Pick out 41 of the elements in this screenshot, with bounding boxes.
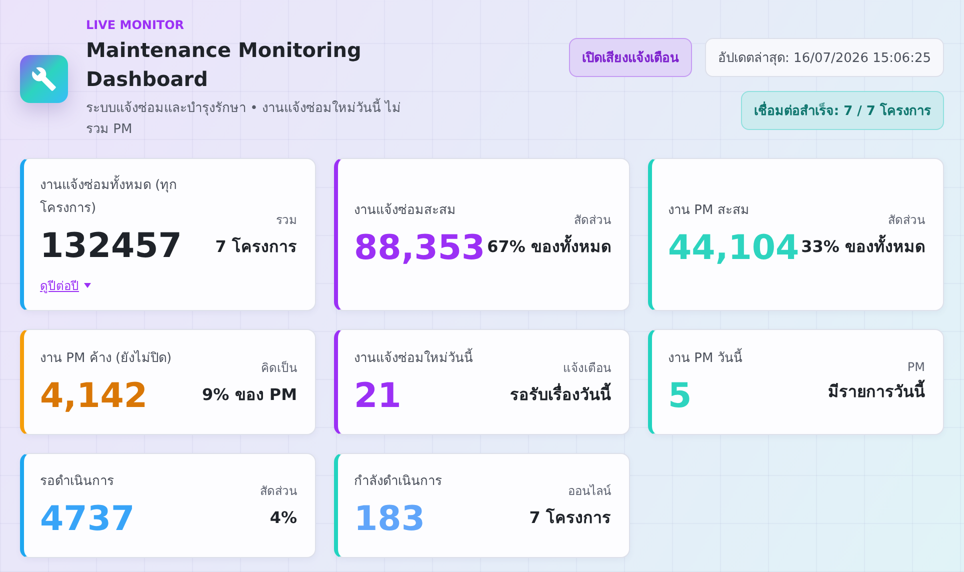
dashboard-title: Maintenance Monitoring Dashboard [86, 37, 362, 93]
card-value: 132457 [40, 225, 183, 268]
year-over-year-link[interactable]: ดูปีต่อปี [40, 276, 91, 295]
side-value: 7 โครงการ [529, 507, 611, 529]
eyebrow-label: LIVE MONITOR [86, 18, 186, 32]
side-label: คิดเป็น [261, 360, 297, 376]
last-updated-badge: อัปเดตล่าสุด: 16/07/2026 15:06:25 [705, 38, 944, 77]
side-value: 7 โครงการ [215, 236, 297, 258]
side-label: สัดส่วน [574, 212, 611, 229]
side-value: 9% ของ PM [202, 384, 297, 406]
card-title: งาน PM สะสม [668, 202, 750, 220]
side-value: รอรับเรื่องวันนี้ [510, 382, 611, 406]
side-label: แจ้งเตือน [563, 360, 611, 376]
dashboard-subtitle: ระบบแจ้งซ่อมและบำรุงรักษา • งานแจ้งซ่อมใหม่วันนี้ ไม่รวม PM [86, 98, 416, 140]
card-value: 183 [354, 498, 426, 541]
card-value: 44,104 [668, 227, 800, 270]
side-value: มีรายการวันนี้ [828, 380, 925, 404]
side-value: 33% ของทั้งหมด [801, 235, 925, 259]
side-label: สัดส่วน [888, 212, 925, 229]
card-value: 4737 [40, 498, 135, 541]
card-title: งานแจ้งซ่อมทั้งหมด (ทุกโครงการ) [40, 174, 210, 220]
card-title: งาน PM ค้าง (ยังไม่ปิด) [40, 349, 172, 368]
caret-icon [84, 283, 91, 288]
side-value: 67% ของทั้งหมด [487, 235, 611, 259]
connection-status-badge: เชื่อมต่อสำเร็จ: 7 / 7 โครงการ [740, 91, 944, 130]
wrench-icon [31, 66, 57, 92]
card-title: งาน PM วันนี้ [668, 346, 742, 370]
card-title: กำลังดำเนินการ [354, 473, 442, 491]
side-label: ออนไลน์ [568, 483, 611, 500]
card-value: 5 [668, 374, 693, 418]
card-title: งานแจ้งซ่อมสะสม [354, 202, 457, 220]
side-value: 4% [270, 507, 297, 529]
sound-alert-button[interactable]: เปิดเสียงแจ้งเตือน [569, 38, 692, 77]
side-label: สัดส่วน [260, 483, 297, 500]
card-value: 21 [354, 374, 402, 418]
side-label: รวม [276, 212, 297, 229]
card-value: 88,353 [354, 227, 486, 270]
card-title: รอดำเนินการ [40, 473, 115, 491]
side-label: PM [907, 360, 925, 374]
card-value: 4,142 [40, 374, 149, 418]
card-title: งานแจ้งซ่อมใหม่วันนี้ [354, 346, 473, 370]
